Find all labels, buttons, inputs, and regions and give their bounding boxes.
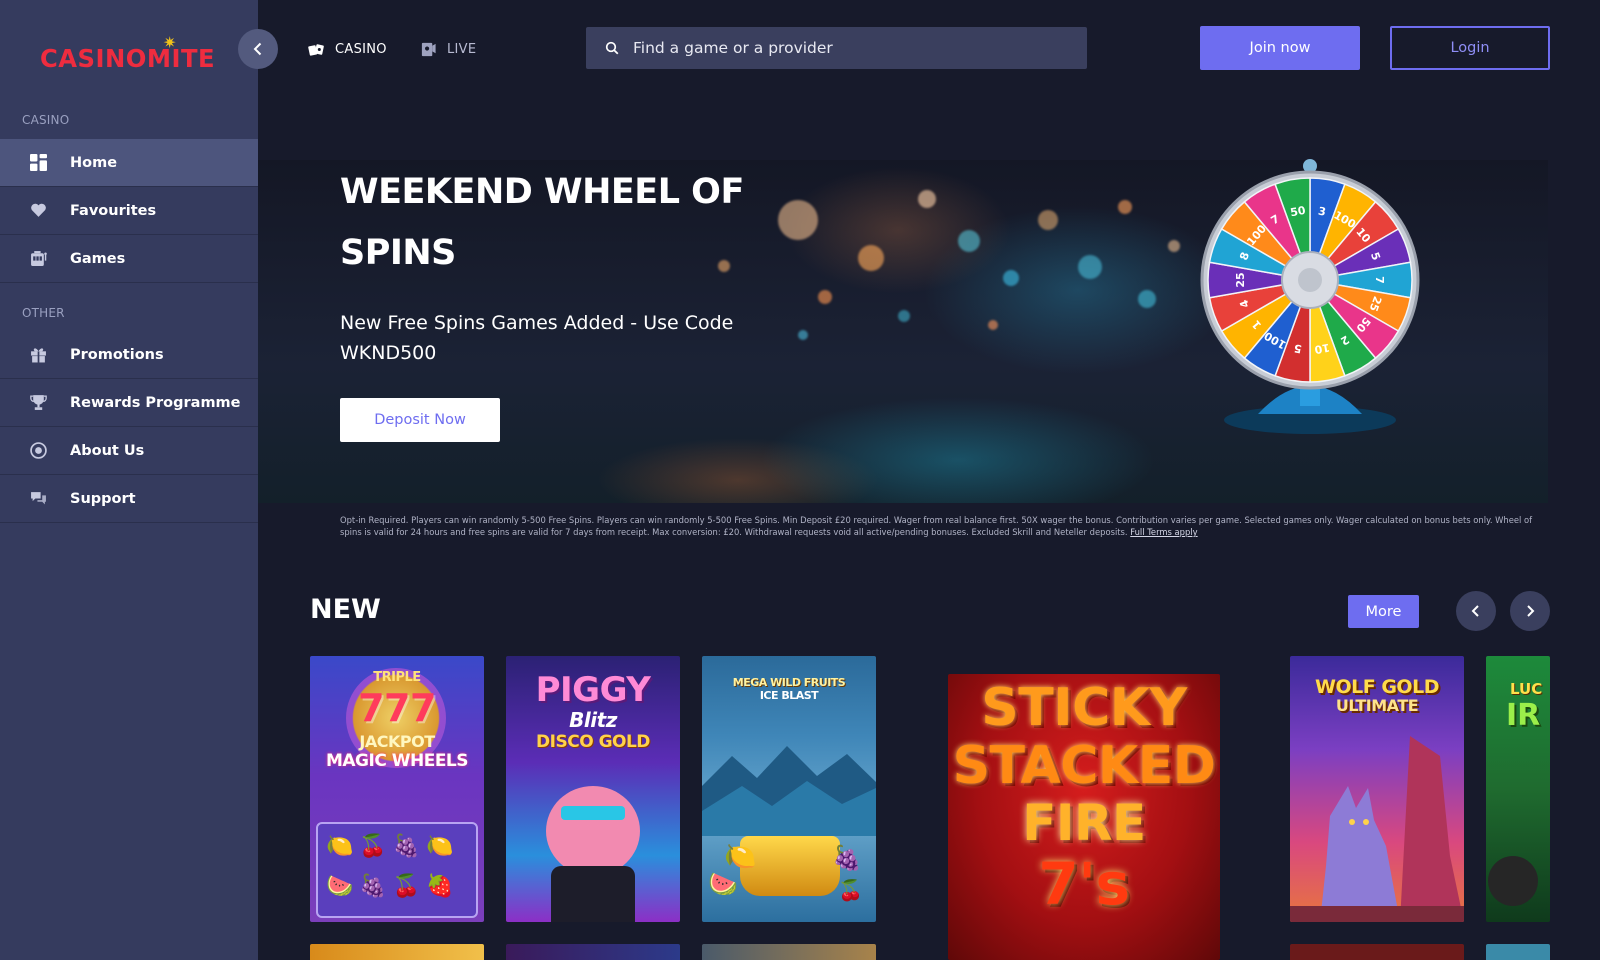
- tile-line: ULTIMATE: [1335, 696, 1419, 715]
- sidebar-item-promotions[interactable]: Promotions: [0, 331, 258, 379]
- terms-body: Opt-in Required. Players can win randoml…: [340, 515, 1533, 537]
- game-tile-row2[interactable]: [310, 944, 484, 960]
- sidebar-item-label: Games: [70, 250, 126, 267]
- tile-line: FIRE: [1022, 794, 1146, 852]
- chat-bubbles-icon: [29, 490, 47, 508]
- casinomite-logo[interactable]: CASINOMITE: [40, 44, 215, 73]
- sidebar-item-label: Home: [70, 154, 118, 171]
- sidebar-section-casino: CASINO: [22, 113, 70, 127]
- sidebar-item-label: Rewards Programme: [70, 394, 241, 411]
- tile-line: STACKED: [952, 736, 1216, 796]
- game-tile-sticky-stacked-fire[interactable]: STICKY STACKED FIRE 7's: [948, 674, 1220, 960]
- tab-casino-label: CASINO: [335, 41, 387, 57]
- sidebar-item-favourites[interactable]: Favourites: [0, 187, 258, 235]
- tile-line: Blitz: [569, 708, 617, 732]
- sidebar-item-about[interactable]: About Us: [0, 427, 258, 475]
- tab-live-label: LIVE: [447, 41, 477, 57]
- sidebar-item-games[interactable]: Games: [0, 235, 258, 283]
- sidebar-section-other: OTHER: [22, 306, 65, 320]
- deposit-now-button[interactable]: Deposit Now: [340, 398, 500, 442]
- section-title-new: NEW: [310, 594, 381, 625]
- game-tile-wolf-gold-ultimate[interactable]: WOLF GOLD ULTIMATE: [1290, 656, 1464, 922]
- slot-machine-icon: [29, 250, 47, 268]
- sidebar-item-home[interactable]: Home: [0, 139, 258, 187]
- tile-line: IR: [1506, 698, 1541, 733]
- search-icon: [605, 41, 619, 55]
- grid-icon: [29, 154, 47, 172]
- tile-line: MAGIC WHEELS: [325, 751, 469, 771]
- gift-icon: [29, 346, 47, 364]
- pot-of-gold: [1488, 856, 1538, 906]
- wheel-of-spins-graphic: 3 10010572550210510014258100750: [1200, 159, 1420, 434]
- game-tile-row2[interactable]: [506, 944, 680, 960]
- sidebar-item-rewards[interactable]: Rewards Programme: [0, 379, 258, 427]
- game-tile-mega-wild-fruits[interactable]: MEGA WILD FRUITS ICE BLAST 🍋 🍉 🍇 🍒: [702, 656, 876, 922]
- live-dealer-icon: [421, 42, 436, 56]
- carousel-next-button[interactable]: [1510, 591, 1550, 631]
- tab-casino[interactable]: CASINO: [308, 38, 387, 60]
- join-now-button[interactable]: Join now: [1200, 26, 1360, 70]
- tile-line: TRIPLE: [373, 670, 421, 685]
- chevron-left-icon: [1471, 605, 1479, 617]
- tile-line: MEGA WILD FRUITS: [732, 676, 846, 689]
- tile-line: DISCO GOLD: [536, 732, 650, 752]
- tile-line: WOLF GOLD: [1315, 676, 1439, 698]
- chevron-left-icon: [253, 42, 262, 56]
- more-button[interactable]: More: [1348, 595, 1419, 628]
- tile-line: LUC: [1510, 680, 1543, 698]
- sidebar-item-support[interactable]: Support: [0, 475, 258, 523]
- tile-line: STICKY: [981, 678, 1187, 738]
- chevron-right-icon: [1527, 605, 1535, 617]
- game-tile-row2[interactable]: [1290, 944, 1464, 960]
- search-box[interactable]: [586, 27, 1087, 69]
- search-input[interactable]: [633, 39, 1063, 57]
- tab-live[interactable]: LIVE: [420, 38, 476, 60]
- tile-line: 7's: [1038, 850, 1130, 918]
- wheel-segment-label: 10: [1313, 341, 1331, 357]
- game-tile-row2[interactable]: [1486, 944, 1550, 960]
- snowy-mountains: [702, 746, 876, 836]
- cards-icon: [308, 43, 324, 56]
- sidebar-item-label: About Us: [70, 442, 145, 459]
- wheel-segment-label: 50: [1289, 204, 1307, 220]
- info-circle-icon: [29, 442, 47, 460]
- wheel-segment-label: 25: [1234, 272, 1247, 287]
- tile-line: PIGGY: [535, 670, 651, 710]
- game-tile-magic-wheels[interactable]: TRIPLE 777 JACKPOT MAGIC WHEELS 🍋🍒🍇🍋 🍉🍇🍒…: [310, 656, 484, 922]
- tile-line: 777: [358, 686, 436, 730]
- login-button[interactable]: Login: [1390, 26, 1550, 70]
- game-tile-luck-partial[interactable]: LUC IR: [1486, 656, 1550, 922]
- game-tile-piggy-blitz[interactable]: PIGGY Blitz DISCO GOLD: [506, 656, 680, 922]
- sidebar-item-label: Promotions: [70, 346, 164, 363]
- heart-icon: [29, 202, 47, 220]
- game-tile-row2[interactable]: [702, 944, 876, 960]
- sidebar-collapse-button[interactable]: [238, 29, 278, 69]
- piggy-jacket: [551, 866, 635, 922]
- sidebar-item-label: Support: [70, 490, 136, 507]
- reels-panel: 🍋🍒🍇🍋 🍉🍇🍒🍓: [316, 822, 478, 918]
- logo-star-icon: ✷: [163, 33, 177, 52]
- sidebar: CASINOMITE ✷ CASINO Home Favourites Game…: [0, 0, 258, 960]
- piggy-character: [546, 786, 640, 876]
- sunglasses: [561, 806, 625, 820]
- banner-subtitle: New Free Spins Games Added - Use Code WK…: [340, 312, 734, 364]
- terms-text: Opt-in Required. Players can win randoml…: [340, 514, 1550, 538]
- banner-title: WEEKEND WHEEL OF SPINS: [340, 172, 744, 273]
- tile-line: ICE BLAST: [759, 689, 819, 702]
- sidebar-item-label: Favourites: [70, 202, 157, 219]
- full-terms-link[interactable]: Full Terms apply: [1130, 527, 1197, 537]
- wolf-illustration: [1290, 736, 1464, 922]
- wheel-segment-label: 7: [1373, 276, 1386, 284]
- trophy-icon: [29, 394, 47, 412]
- carousel-prev-button[interactable]: [1456, 591, 1496, 631]
- tile-line: JACKPOT: [359, 732, 435, 751]
